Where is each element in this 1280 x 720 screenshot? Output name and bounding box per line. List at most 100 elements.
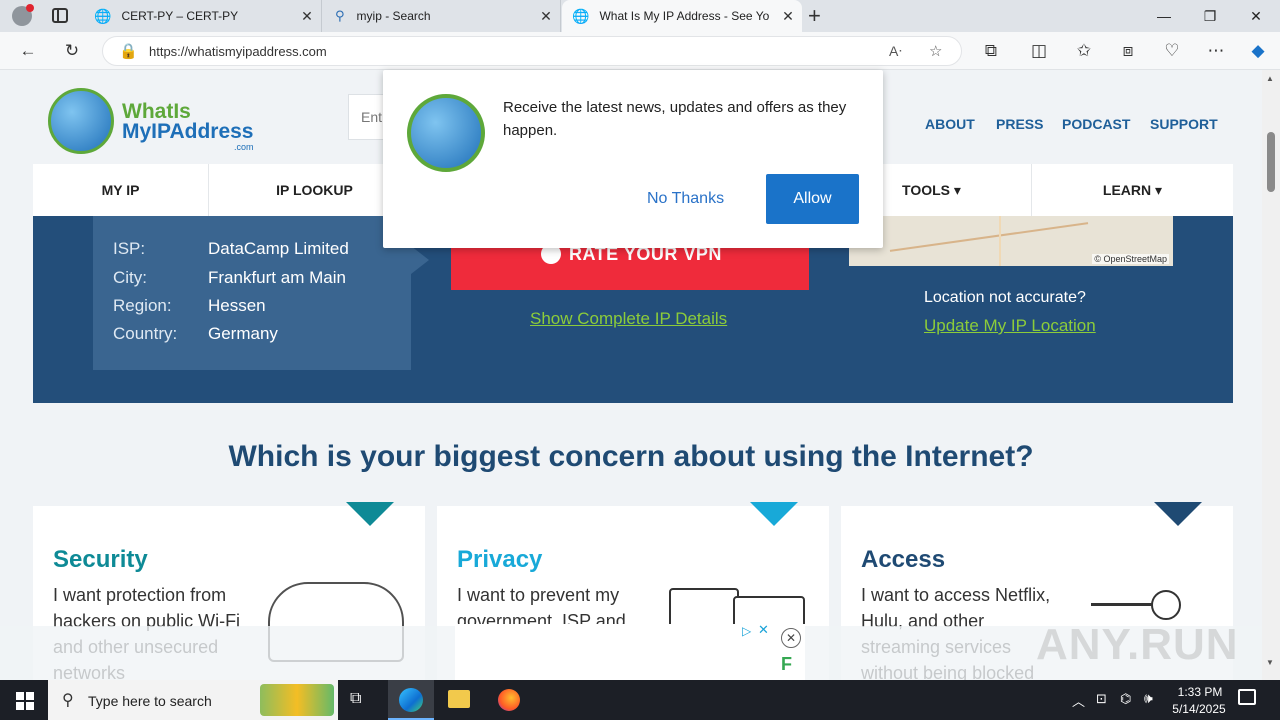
tab-whatismyip[interactable]: 🌐 What Is My IP Address - See Your ✕ — [562, 0, 802, 32]
edge-taskbar-icon[interactable] — [388, 680, 434, 720]
taskbar-search-placeholder: Type here to search — [88, 693, 212, 709]
collections-icon[interactable]: ⧈ — [1114, 38, 1142, 64]
ad-choices-icon[interactable]: ▷ — [742, 624, 751, 638]
scroll-down-icon[interactable]: ▼ — [1266, 658, 1274, 667]
country-label: Country: — [113, 324, 178, 343]
tab-label: myip - Search — [356, 9, 431, 23]
ad-dismiss-icon[interactable]: ✕ — [781, 628, 801, 648]
nav-my-ip[interactable]: MY IP — [33, 164, 209, 216]
maximize-button[interactable]: ❐ — [1187, 0, 1233, 32]
profile-icon[interactable] — [12, 4, 34, 26]
update-location-link[interactable]: Update My IP Location — [924, 316, 1096, 336]
close-tab-icon[interactable]: ✕ — [780, 8, 796, 25]
favorites-icon[interactable]: ✩ — [1070, 38, 1098, 64]
search-icon: ⚲ — [335, 8, 345, 23]
map-road — [999, 216, 1001, 266]
notifications-icon[interactable] — [1238, 689, 1256, 705]
split-screen-icon[interactable]: ◫ — [1025, 38, 1053, 64]
globe-logo-icon — [48, 88, 114, 154]
url-text[interactable]: https://whatismyipaddress.com — [149, 44, 327, 59]
allow-button[interactable]: Allow — [766, 174, 859, 224]
map-credit[interactable]: © OpenStreetMap — [1092, 254, 1169, 264]
browser-toolbar: ← ↻ 🔒 https://whatismyipaddress.com Aᐧ ☆… — [0, 32, 1280, 70]
close-window-button[interactable]: ✕ — [1233, 0, 1279, 32]
no-thanks-button[interactable]: No Thanks — [633, 174, 738, 224]
isp-value: DataCamp Limited — [208, 239, 349, 258]
site-logo-icon — [407, 94, 485, 172]
task-view-icon[interactable]: ⧉ — [350, 690, 361, 708]
ipbox-pointer — [411, 246, 429, 274]
city-value: Frankfurt am Main — [208, 268, 346, 287]
site-logo[interactable]: WhatIs MyIPAddress .com — [48, 88, 258, 158]
search-icon: ⚲ — [62, 692, 74, 709]
tab-actions-icon[interactable] — [52, 8, 68, 23]
ad-logo-icon: F — [781, 654, 792, 674]
logo-text-sub: .com — [234, 142, 254, 152]
scroll-up-icon[interactable]: ▲ — [1266, 74, 1274, 83]
browser-essentials-icon[interactable]: ♡ — [1158, 38, 1186, 64]
search-placeholder: Ent — [361, 109, 383, 125]
more-menu-icon[interactable]: ⋯ — [1202, 38, 1230, 64]
address-bar[interactable]: 🔒 https://whatismyipaddress.com Aᐧ ☆ — [102, 36, 962, 66]
country-value: Germany — [208, 324, 278, 343]
chevron-down-icon — [346, 502, 394, 526]
firefox-icon[interactable] — [498, 689, 520, 711]
volume-icon[interactable]: 🕪 — [1144, 690, 1153, 707]
file-explorer-icon[interactable] — [448, 690, 470, 708]
ip-details-box: ISP: DataCamp Limited City: Frankfurt am… — [93, 216, 429, 370]
show-ip-details-link[interactable]: Show Complete IP Details — [530, 309, 727, 329]
close-tab-icon[interactable]: ✕ — [538, 8, 554, 25]
card-title: Security — [53, 546, 148, 573]
location-map[interactable]: racken © OpenStreetMap — [849, 216, 1173, 266]
network-icon[interactable]: ⊡ — [1096, 691, 1107, 707]
notification-message: Receive the latest news, updates and off… — [503, 99, 847, 139]
clock-date[interactable]: 5/14/2025 — [1166, 702, 1232, 716]
map-road — [889, 222, 1089, 252]
lock-icon[interactable]: 🔒 — [119, 42, 138, 60]
card-title: Privacy — [457, 546, 543, 573]
press-link[interactable]: PRESS — [996, 116, 1043, 132]
globe-icon: 🌐 — [572, 7, 590, 24]
tab-label: CERT-PY – CERT-PY — [121, 9, 239, 23]
isp-label: ISP: — [113, 239, 146, 258]
globe-icon: 🌐 — [94, 7, 112, 24]
taskbar-search-box[interactable]: ⚲ Type here to search — [48, 680, 338, 720]
show-hidden-icons[interactable]: ︿ — [1072, 691, 1085, 710]
podcast-link[interactable]: PODCAST — [1062, 116, 1130, 132]
refresh-icon[interactable]: ↻ — [58, 38, 86, 64]
chevron-down-icon — [750, 502, 798, 526]
access-key-icon — [1091, 603, 1153, 606]
minimize-button[interactable]: — — [1141, 0, 1187, 32]
support-link[interactable]: SUPPORT — [1150, 116, 1218, 132]
tab-cert-py[interactable]: 🌐 CERT-PY – CERT-PY ✕ — [84, 0, 322, 32]
location-question: Location not accurate? — [924, 289, 1086, 306]
back-icon[interactable]: ← — [14, 38, 42, 64]
search-highlight-illustration — [260, 684, 334, 716]
tab-myip-search[interactable]: ⚲ myip - Search ✕ — [323, 0, 561, 32]
clock-time[interactable]: 1:33 PM — [1174, 685, 1226, 699]
region-label: Region: — [113, 296, 172, 315]
anyrun-watermark: ANY.RUN — [1036, 620, 1239, 669]
close-tab-icon[interactable]: ✕ — [299, 8, 315, 25]
extensions-icon[interactable]: ⧉ — [977, 38, 1005, 64]
nav-learn[interactable]: LEARN ▾ — [1032, 164, 1233, 216]
windows-taskbar: ⚲ Type here to search ⧉ ︿ ⊡ ⌬ 🕪 1:33 PM … — [0, 680, 1280, 720]
city-label: City: — [113, 268, 147, 287]
read-aloud-icon[interactable]: Aᐧ — [889, 43, 902, 60]
chevron-down-icon — [1154, 502, 1202, 526]
windows-start-icon[interactable] — [16, 692, 34, 710]
concern-headline: Which is your biggest concern about usin… — [228, 440, 1034, 473]
region-value: Hessen — [208, 296, 266, 315]
favorite-star-icon[interactable]: ☆ — [929, 42, 942, 60]
advertisement[interactable]: ▷ ✕ ✕ F — [455, 622, 805, 680]
page-scrollbar[interactable]: ▲ ▼ — [1262, 70, 1280, 680]
copilot-icon[interactable]: ◆ — [1244, 38, 1272, 64]
access-key-icon — [1151, 590, 1181, 620]
new-tab-button[interactable]: + — [808, 3, 821, 29]
ad-close-icon[interactable]: ✕ — [758, 622, 769, 638]
scroll-thumb[interactable] — [1267, 132, 1275, 192]
about-link[interactable]: ABOUT — [925, 116, 975, 132]
push-notification-popup: Receive the latest news, updates and off… — [383, 70, 883, 248]
tab-label: What Is My IP Address - See Your — [599, 9, 770, 23]
wifi-icon[interactable]: ⌬ — [1120, 691, 1131, 707]
